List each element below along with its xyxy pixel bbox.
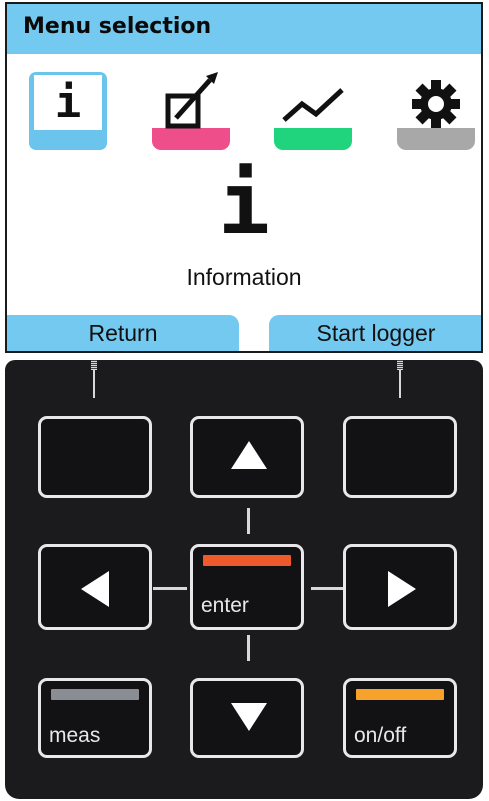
arrow-left-icon xyxy=(81,571,109,607)
keypad: enter meas on/off xyxy=(5,360,483,799)
up-connector-line xyxy=(247,508,250,534)
meas-button[interactable]: meas xyxy=(38,678,152,758)
menu-item-calibration[interactable] xyxy=(152,70,230,150)
enter-button[interactable]: enter xyxy=(190,544,304,630)
calibration-beaker-icon xyxy=(165,72,218,129)
menu-item-settings[interactable] xyxy=(397,70,475,150)
title-bar: Menu selection xyxy=(7,4,481,54)
right-arrow-button[interactable] xyxy=(343,544,457,630)
meas-color-bar xyxy=(51,689,139,700)
display-screen: Menu selection i i Information Return St… xyxy=(5,2,483,353)
onoff-color-bar xyxy=(356,689,444,700)
left-softkey-button[interactable] xyxy=(38,416,152,498)
selected-item-label: Information xyxy=(186,264,302,290)
chart-line-icon xyxy=(282,88,344,122)
onoff-button[interactable]: on/off xyxy=(343,678,457,758)
right-connector-tick xyxy=(397,360,403,370)
enter-label: enter xyxy=(201,594,249,617)
gear-icon xyxy=(412,80,460,128)
enter-color-bar xyxy=(203,555,291,566)
left-connector-line xyxy=(153,587,187,590)
right-connector-line xyxy=(311,587,345,590)
meas-label: meas xyxy=(49,724,101,747)
menu-item-information[interactable]: i xyxy=(29,70,107,150)
down-arrow-button[interactable] xyxy=(190,678,304,758)
right-softkey-button[interactable] xyxy=(343,416,457,498)
onoff-label: on/off xyxy=(354,724,407,747)
down-connector-line xyxy=(247,635,250,661)
left-connector-tick xyxy=(91,360,97,370)
arrow-right-icon xyxy=(388,571,416,607)
info-icon: i xyxy=(54,76,82,128)
arrow-down-icon xyxy=(231,703,267,731)
left-arrow-button[interactable] xyxy=(38,544,152,630)
up-arrow-button[interactable] xyxy=(190,416,304,498)
arrow-up-icon xyxy=(231,441,267,469)
softkey-start-logger[interactable]: Start logger xyxy=(269,315,481,351)
softkey-return[interactable]: Return xyxy=(7,315,239,351)
menu-item-logger[interactable] xyxy=(274,70,352,150)
menu-title: Menu selection xyxy=(23,14,212,39)
information-large-icon: i xyxy=(218,154,270,254)
